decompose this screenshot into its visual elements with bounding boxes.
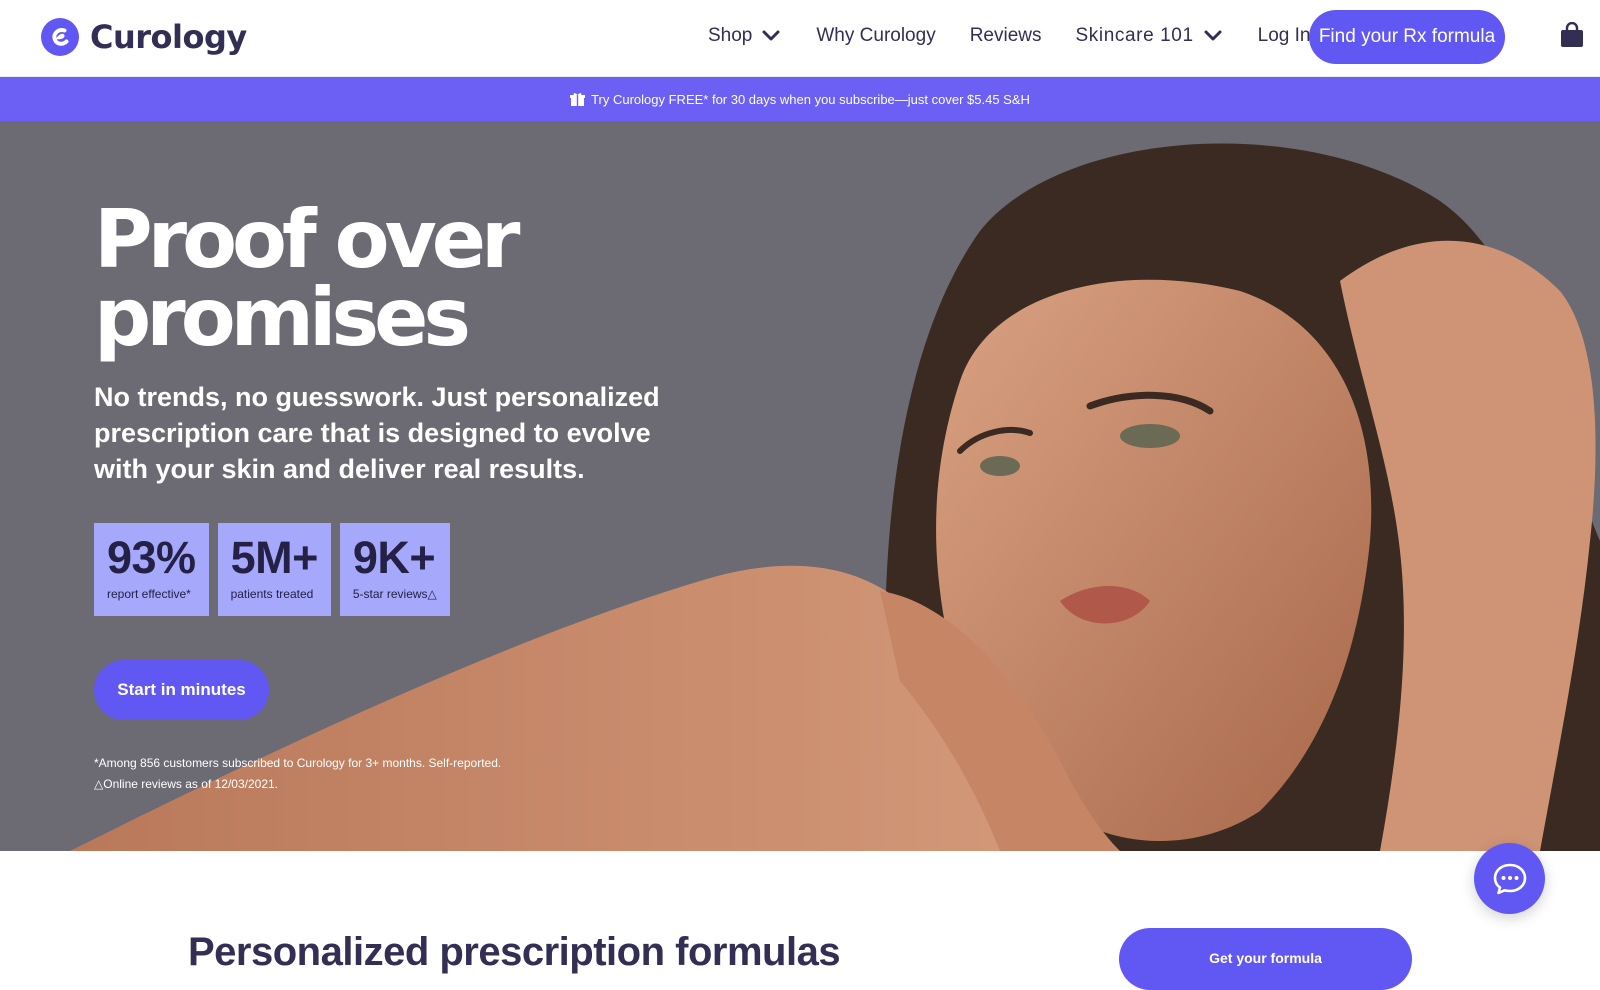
stat-value: 93% [107,532,196,583]
stat-label: report effective* [107,587,191,601]
chat-bubble-icon [1493,863,1526,894]
hero-subtitle: No trends, no guesswork. Just personaliz… [94,382,660,484]
stat-value: 5M+ [230,532,319,583]
brand-name: Curology [90,18,247,56]
nav-skincare-101[interactable]: Skincare 101 [1076,25,1222,47]
stat-label: 5-star reviews△ [352,587,437,601]
footnote-reviews: △Online reviews as of 12/03/2021. [94,777,279,791]
chevron-down-icon [1204,30,1222,41]
nav-shop[interactable]: Shop [708,25,780,47]
promo-banner[interactable]: Try Curology FREE* for 30 days when you … [0,77,1600,121]
find-rx-formula-button[interactable]: Find your Rx formula [1309,10,1505,64]
nav-shop-label: Shop [708,25,753,46]
gift-icon [570,92,586,106]
nav-reviews-label: Reviews [969,25,1042,46]
curology-logo-icon [41,18,79,56]
nav-why-curology[interactable]: Why Curology [816,25,935,47]
curology-logo[interactable]: Curology [41,18,247,56]
hero-section: Proof over promises No trends, no guessw… [0,121,1600,851]
hero-title: Proof over promises [94,200,714,358]
stat-card: 5M+ patients treated [217,523,331,616]
nav-skincare-label: Skincare 101 [1075,25,1194,46]
chat-button[interactable] [1474,843,1545,914]
start-in-minutes-button[interactable]: Start in minutes [94,660,269,720]
promo-text: Try Curology FREE* for 30 days when you … [591,91,1030,107]
section-title: Personalized prescription formulas [188,930,841,974]
hero-copy: Proof over promises No trends, no guessw… [94,200,714,487]
stat-card: 9K+ 5-star reviews△ [339,523,450,616]
get-your-formula-button[interactable]: Get your formula [1119,928,1412,990]
stat-value: 9K+ [352,532,436,583]
footnote-effective: *Among 856 customers subscribed to Curol… [94,756,502,770]
stat-label: patients treated [230,587,314,601]
shopping-bag-icon[interactable] [1560,22,1584,48]
nav-login-label: Log In [1257,25,1311,46]
nav-reviews[interactable]: Reviews [970,25,1042,47]
hero-title-line-2: promises [94,271,471,364]
chevron-down-icon [762,30,780,41]
nav-why-label: Why Curology [816,25,936,46]
site-header: Curology Shop Why Curology Reviews Skinc… [0,0,1600,77]
nav-log-in[interactable]: Log In [1258,25,1311,47]
hero-footnotes: *Among 856 customers subscribed to Curol… [94,753,501,795]
stats-row: 93% report effective* 5M+ patients treat… [94,523,450,616]
stat-card: 93% report effective* [94,523,209,616]
main-nav: Shop Why Curology Reviews Skincare 101 L… [690,0,1310,72]
